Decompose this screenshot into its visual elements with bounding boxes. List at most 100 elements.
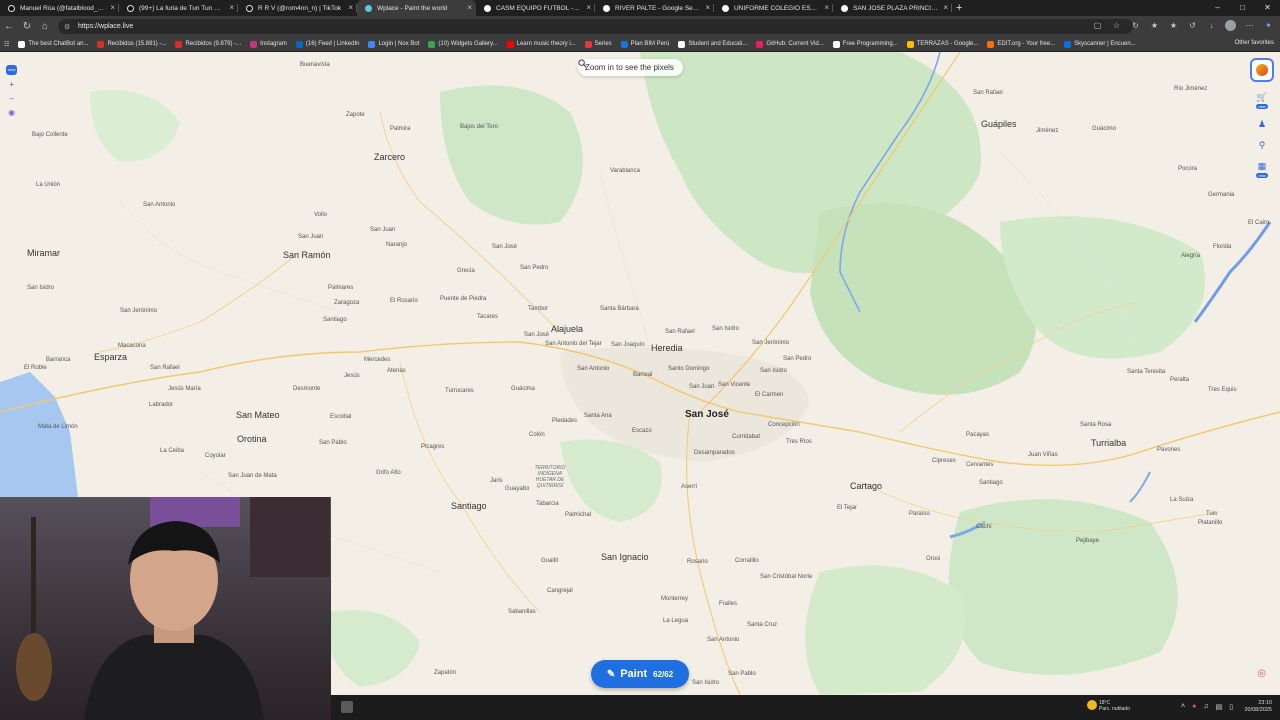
microphone-icon[interactable]: ● [1192, 703, 1196, 711]
place-label: Tres Equis [1208, 387, 1237, 393]
browser-tab[interactable]: (99+) La furia de Tun Tun Sahur × [119, 0, 238, 16]
road [99, 251, 301, 353]
history-icon[interactable]: ↺ [1187, 20, 1198, 31]
install-app-icon[interactable]: ▢ [1092, 20, 1103, 31]
zoom-out-button[interactable]: – [9, 95, 13, 103]
bookmark-item[interactable]: Recibidos (15.891) -... [97, 40, 166, 48]
tab-title: (99+) La furia de Tun Tun Sahur [139, 4, 224, 12]
bookmark-item[interactable]: Skyscanner | Encuen... [1064, 40, 1136, 48]
place-label: Orotina [237, 434, 267, 444]
close-tab-icon[interactable]: × [348, 3, 353, 12]
copilot-icon[interactable]: ✦ [1263, 20, 1274, 31]
favorites-icon[interactable]: ★ [1168, 20, 1179, 31]
close-tab-icon[interactable]: × [943, 3, 948, 12]
menu-icon[interactable]: ⋯ [1244, 20, 1255, 31]
place-label: Zapote [346, 112, 365, 118]
bookmark-item[interactable]: EDIT.org - Your free... [987, 40, 1055, 48]
info-icon[interactable]: ◉ [8, 109, 15, 117]
bookmark-item[interactable]: Instagram [250, 40, 287, 48]
place-label: Concepción [768, 422, 800, 428]
place-label: Zarcero [374, 152, 406, 162]
place-label: San Ignacio [601, 552, 649, 562]
other-favorites[interactable]: Other favorites [1235, 40, 1274, 46]
bookmarks-list: The best ChatBot an... Recibidos (15.891)… [18, 40, 1144, 48]
locate-icon[interactable]: ◎ [1257, 668, 1266, 679]
bookmark-item[interactable]: Plan BIM Perú [620, 40, 669, 48]
chevron-up-icon[interactable]: ˄ [1181, 703, 1185, 711]
search-button[interactable]: ⚲ [1259, 140, 1266, 151]
close-tab-icon[interactable]: × [110, 3, 115, 12]
weather-widget[interactable]: 18°C Parc. nublado [1087, 700, 1130, 712]
bookmark-item[interactable]: Login | Nox Bot [368, 40, 420, 48]
place-label: Santiago [451, 501, 487, 511]
browser-tab[interactable]: Wplace - Paint the world × [357, 0, 476, 16]
bookmark-item[interactable]: Recibidos (9.879) -... [175, 40, 241, 48]
place-label: Guápiles [981, 119, 1017, 129]
bookmark-item[interactable]: GitHub: Current Vid... [756, 40, 824, 48]
profile-avatar[interactable] [1225, 20, 1236, 31]
close-window-button[interactable]: ✕ [1255, 0, 1280, 16]
clock[interactable]: 23:10 20/08/2025 [1244, 700, 1272, 714]
place-label: Cervantes [966, 462, 994, 468]
network-icon[interactable]: ▤ [1216, 703, 1223, 711]
place-label: San José [685, 409, 729, 420]
user-avatar[interactable] [1250, 58, 1274, 82]
stats-button[interactable]: ▦ new [1256, 161, 1268, 178]
bookmark-item[interactable]: TERRAZAS - Google... [906, 40, 978, 48]
bookmarks-menu-icon[interactable]: ☷ [4, 41, 9, 48]
volume-icon[interactable]: ♫ [1203, 703, 1208, 711]
bookmark-item[interactable]: Learn music theory i... [506, 40, 576, 48]
browser-toolbar: ← ↻ ⌂ ⚙ https://wplace.live ▢ ☆ ↻ ★ ★ ↺ … [0, 16, 1280, 37]
browser-tab[interactable]: CASM EQUIPO FUTBOL - Google × [476, 0, 595, 16]
bookmark-favicon-icon [832, 40, 840, 48]
close-tab-icon[interactable]: × [705, 3, 710, 12]
close-tab-icon[interactable]: × [586, 3, 591, 12]
bookmark-item[interactable]: The best ChatBot an... [18, 40, 88, 48]
back-button[interactable]: ← [0, 21, 18, 32]
home-button[interactable]: ⌂ [36, 21, 54, 32]
close-tab-icon[interactable]: × [467, 3, 472, 12]
tab-title: CASM EQUIPO FUTBOL - Google [496, 4, 581, 12]
browser-tab[interactable]: UNIFORME COLEGIO ESTATAL PE × [714, 0, 833, 16]
zoom-in-button[interactable]: + [9, 81, 14, 89]
reload-button[interactable]: ↻ [18, 21, 36, 32]
new-badge: new [1256, 173, 1268, 178]
maximize-button[interactable]: □ [1230, 0, 1255, 16]
close-tab-icon[interactable]: × [229, 3, 234, 12]
lake [1193, 221, 1272, 323]
tiktok-icon [127, 4, 134, 12]
bookmark-item[interactable]: Free Programming... [832, 40, 898, 48]
bookmark-item[interactable]: Student and Educati... [678, 40, 747, 48]
bookmark-item[interactable]: (16) Feed | LinkedIn [295, 40, 359, 48]
browser-tab[interactable]: R R V (@rom4nn_n) | TikTok × [238, 0, 357, 16]
downloads-icon[interactable]: ↓ [1206, 20, 1217, 31]
place-label: Desamparados [694, 450, 735, 456]
bookmark-star-icon[interactable]: ☆ [1111, 20, 1122, 31]
close-tab-icon[interactable]: × [824, 3, 829, 12]
place-label: Atenas [387, 368, 406, 374]
leaderboard-button[interactable]: ♟ [1258, 119, 1266, 130]
address-bar[interactable]: ⚙ https://wplace.live [58, 19, 1133, 34]
taskbar-app-icon[interactable] [341, 701, 353, 713]
place-label: Miramar [27, 248, 60, 258]
site-info-icon[interactable]: ⚙ [64, 23, 72, 31]
bookmark-label: Login | Nox Bot [378, 41, 420, 47]
place-label: El Cairo [1248, 220, 1270, 226]
minimize-button[interactable]: – [1205, 0, 1230, 16]
bookmark-item[interactable]: (10) Widgets Gallery... [428, 40, 498, 48]
forest-area [440, 85, 583, 225]
extensions-icon[interactable]: ★ [1149, 20, 1160, 31]
browser-tab[interactable]: SAN JOSE PLAZA PRINCIPAL - Go × [833, 0, 952, 16]
tiktok-icon [246, 4, 253, 12]
browser-tab[interactable]: RIVER PALTE - Google Search × [595, 0, 714, 16]
store-button[interactable]: 🛒 new [1256, 92, 1268, 109]
bookmark-label: (10) Widgets Gallery... [438, 41, 498, 47]
bookmark-item[interactable]: Series [584, 40, 612, 48]
paint-button[interactable]: ✎ Paint 62/62 [591, 660, 689, 688]
battery-icon[interactable]: ▯ [1229, 703, 1233, 711]
zoom-hint-text: Zoom in to see the pixels [585, 63, 674, 72]
refresh-extension-icon[interactable]: ↻ [1130, 20, 1141, 31]
new-tab-button[interactable]: + [956, 2, 962, 14]
place-label: San Rafael [150, 365, 180, 371]
browser-tab[interactable]: Manuel Rúa (@fatalblood_) | TikTok × [0, 0, 119, 16]
